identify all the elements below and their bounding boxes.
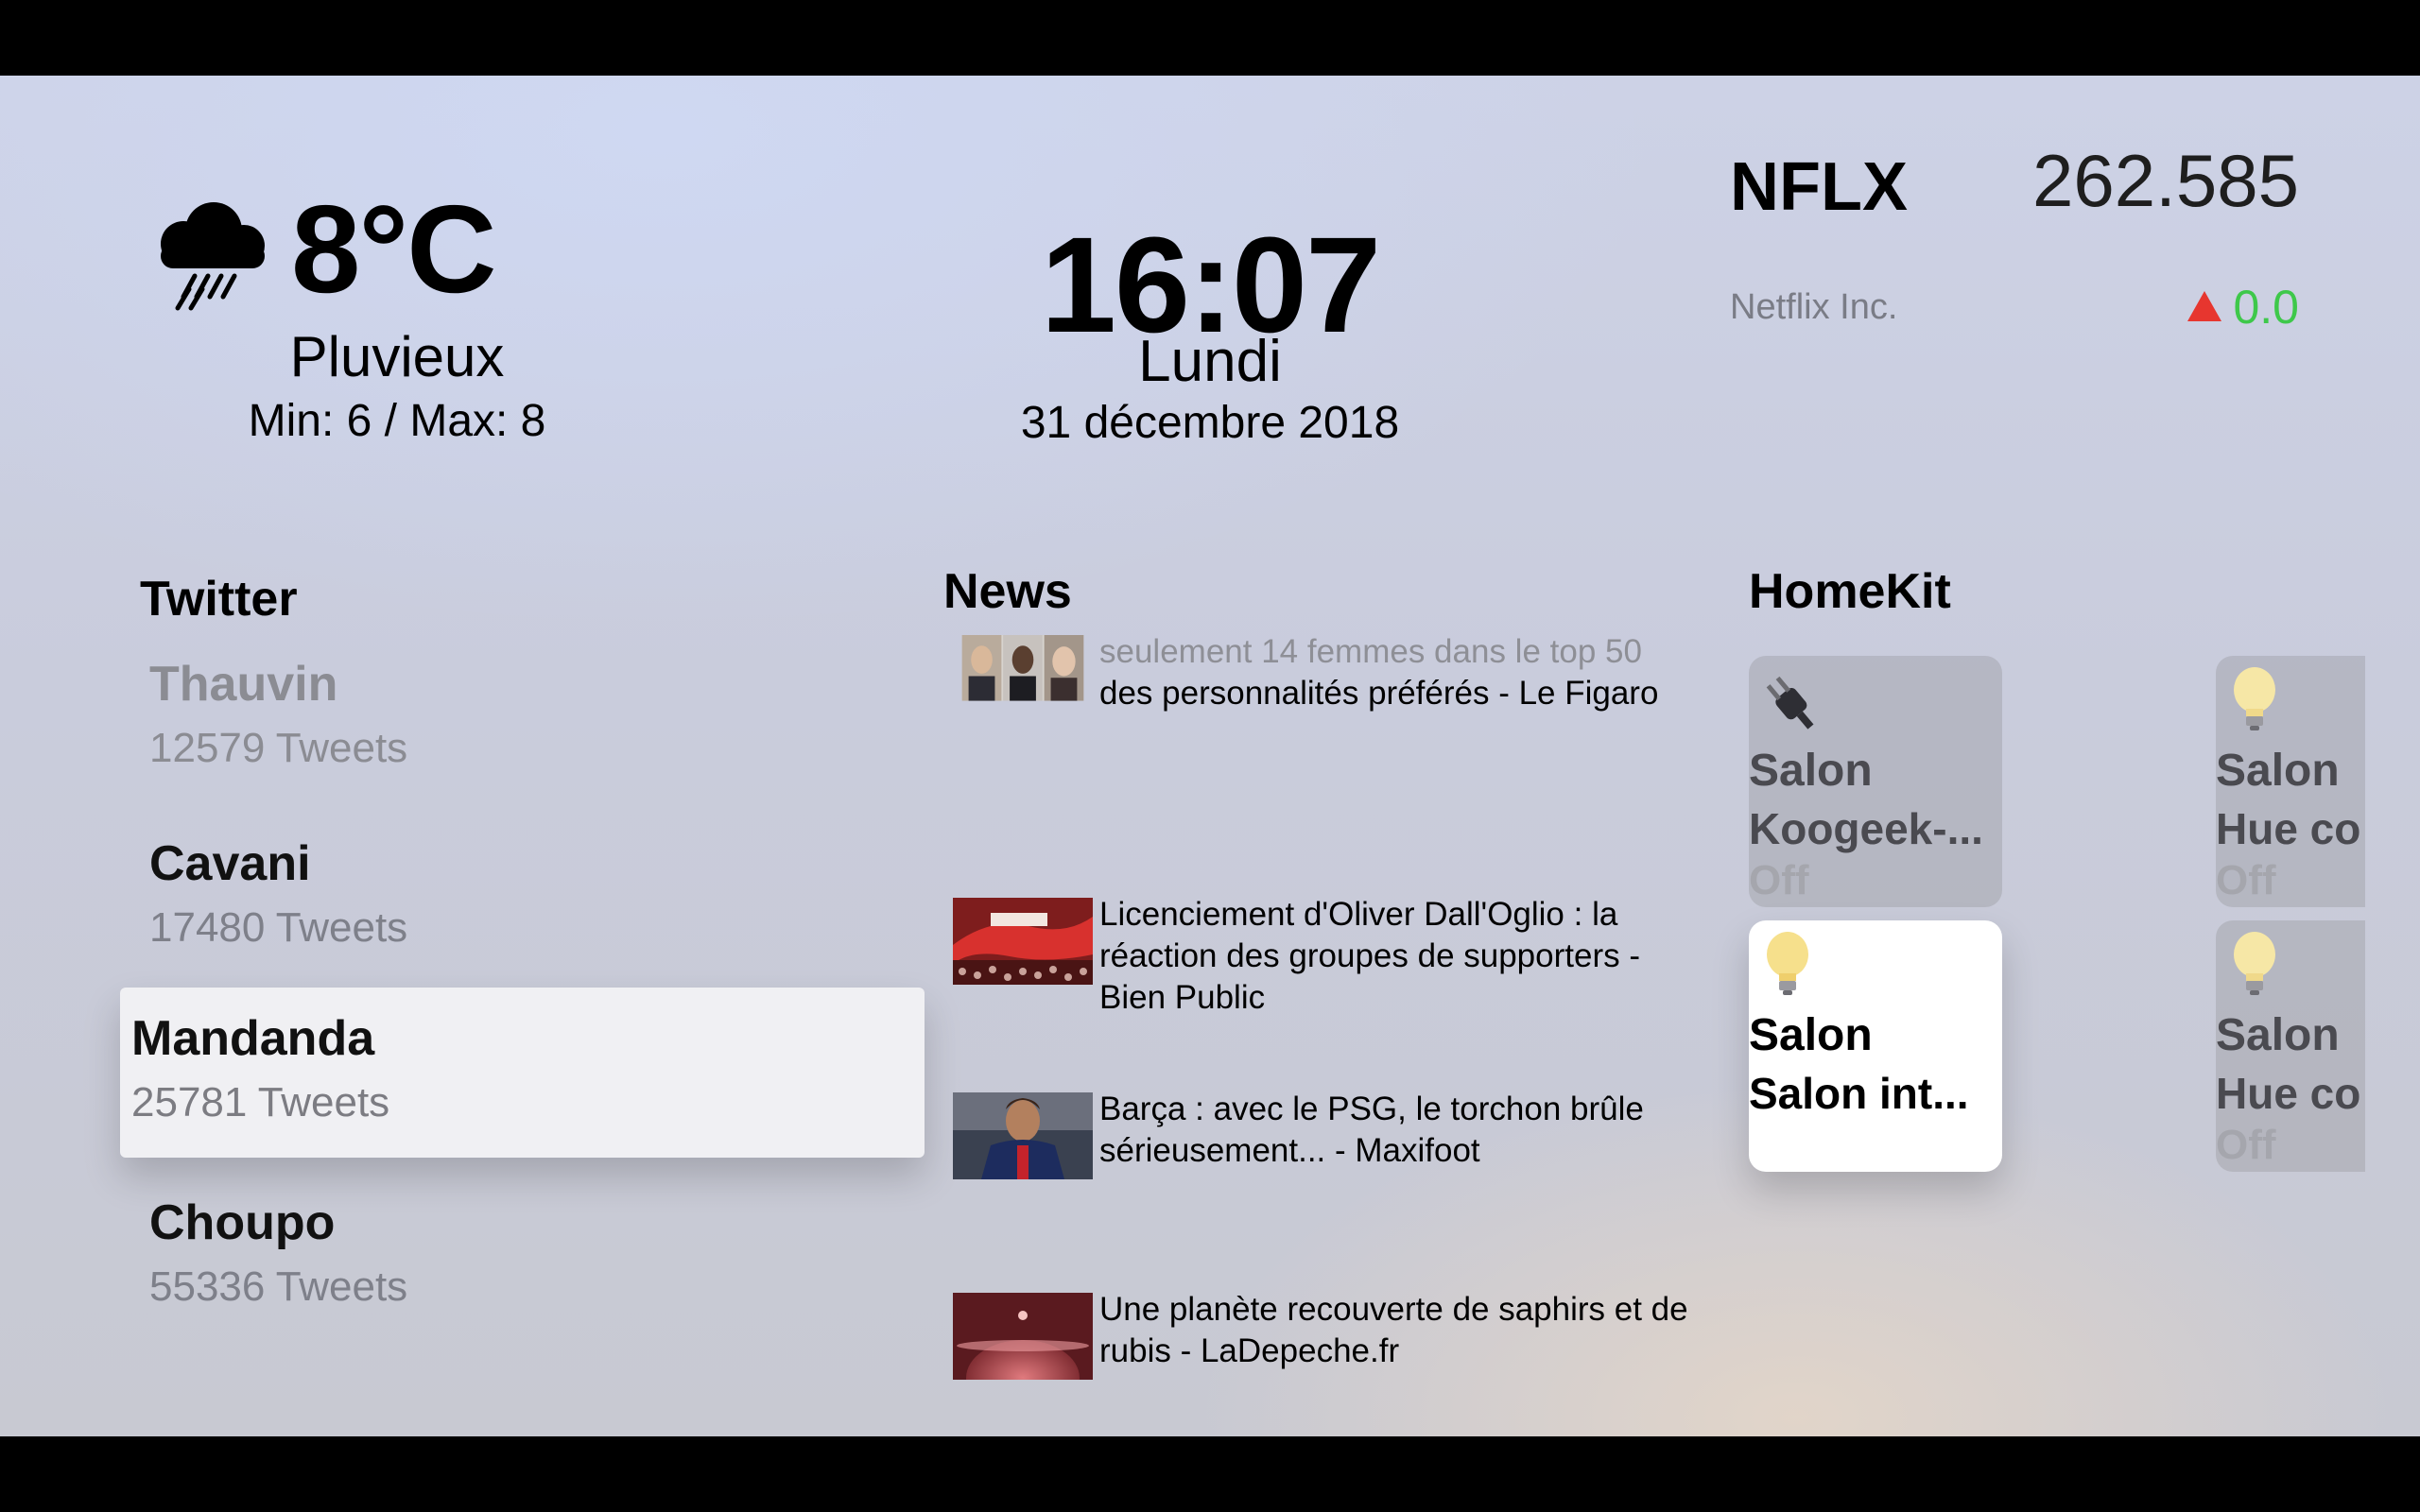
news-headline-text: des personnalités préférés - Le Figaro [1099,675,1659,712]
news-headline: seulement 14 femmes dans le top 50 des pe… [1099,631,1695,714]
homekit-room: Salon [1749,746,1873,796]
twitter-account-cavani[interactable]: Cavani 17480 Tweets [149,839,925,949]
twitter-section-title: Twitter [140,572,298,627]
homekit-accessory-name: Salon int... [1749,1069,1969,1118]
news-headline-text: Barça : avec le PSG, le torchon brûle sé… [1099,1091,1644,1169]
news-headline-text: Une planète recouverte de saphirs et de … [1099,1291,1688,1369]
homekit-accessory-hue-1[interactable]: Salon Hue co Off [2216,656,2365,907]
twitter-account-mandanda-selected[interactable]: Mandanda 25781 Tweets [120,988,925,1158]
homekit-room: Salon [1749,1010,1873,1060]
twitter-account-thauvin[interactable]: Thauvin 12579 Tweets [149,660,925,769]
weather-condition: Pluvieux [289,325,505,388]
twitter-tweet-count: 12579 Tweets [149,725,408,771]
stock-price: 262.585 [2032,139,2299,222]
tv-dashboard: 8°C Pluvieux Min: 6 / Max: 8 16:07 Lundi… [0,76,2420,1436]
homekit-accessory-state: Off [1749,857,1809,903]
homekit-accessory-name: Hue co [2216,1069,2361,1118]
news-thumbnail [961,635,1084,701]
homekit-room: Salon [2216,746,2340,796]
homekit-accessory-state: Off [2216,1122,2276,1168]
homekit-accessory-salon-int-focused[interactable]: Salon Salon int... [1749,920,2002,1172]
news-headline-faded-line: seulement 14 femmes dans le top 50 [1099,633,1642,670]
homekit-accessory-state: Off [2216,857,2276,903]
plug-icon [1766,676,1814,730]
homekit-room: Salon [2216,1010,2340,1060]
up-arrow-icon [2187,291,2222,321]
lightbulb-icon [2234,932,2275,995]
news-headline-text: Licenciement d'Oliver Dall'Oglio : la ré… [1099,896,1640,1016]
twitter-account-name: Mandanda [131,1011,375,1066]
twitter-tweet-count: 55336 Tweets [149,1263,408,1310]
stock-change-value: 0.0 [2233,281,2299,334]
stock-change: 0.0 [2061,284,2299,331]
twitter-tweet-count: 17480 Tweets [149,904,408,951]
twitter-account-choupo[interactable]: Choupo 55336 Tweets [149,1198,925,1308]
news-thumbnail [953,1293,1093,1380]
homekit-accessory-hue-2[interactable]: Salon Hue co Off [2216,920,2365,1172]
twitter-account-name: Cavani [149,836,311,891]
homekit-accessory-name: Hue co [2216,804,2361,853]
news-thumbnail [953,898,1093,985]
lightbulb-icon [2234,667,2275,730]
homekit-section-title: HomeKit [1749,564,1951,619]
letterbox-bottom [0,1436,2420,1512]
homekit-accessory-name: Koogeek-... [1749,804,1983,853]
news-thumbnail [953,1092,1093,1179]
clock-day: Lundi [1138,329,1282,394]
clock-date: 31 décembre 2018 [1020,398,1400,448]
stock-symbol: NFLX [1730,149,1908,225]
twitter-account-name: Thauvin [149,657,338,712]
twitter-tweet-count: 25781 Tweets [131,1079,390,1125]
lightbulb-icon [1767,932,1808,995]
temperature-min-max: Min: 6 / Max: 8 [248,396,546,446]
news-section-title: News [943,564,1072,619]
temperature: 8°C [291,180,497,318]
twitter-account-name: Choupo [149,1195,336,1250]
stock-company-name: Netflix Inc. [1730,287,1898,327]
rain-cloud-icon [161,202,265,311]
homekit-accessory-koogeek[interactable]: Salon Koogeek-... Off [1749,656,2002,907]
